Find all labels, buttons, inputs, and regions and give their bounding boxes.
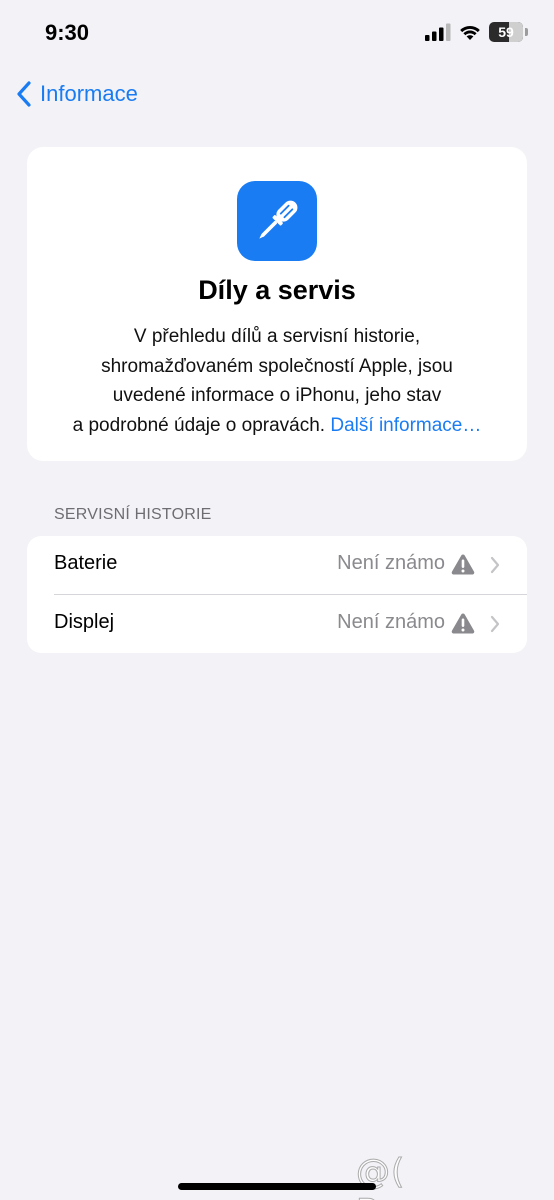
home-indicator[interactable] bbox=[178, 1183, 376, 1190]
battery-cap bbox=[525, 28, 528, 36]
chevron-right-icon bbox=[490, 556, 500, 574]
row-label: Displej bbox=[54, 611, 115, 633]
screwdriver-icon bbox=[237, 181, 317, 261]
status-time: 9:30 bbox=[45, 20, 90, 45]
description-line: uvedené informace o iPhonu, jeho stav bbox=[112, 385, 442, 406]
row-label: Baterie bbox=[54, 552, 118, 574]
screen: 9:30 59 Informace Díly a servis V přehle… bbox=[0, 0, 554, 1200]
row-value: Není známo bbox=[337, 611, 445, 633]
list-row-display[interactable]: Displej Není známo bbox=[27, 595, 527, 653]
back-button[interactable]: Informace bbox=[16, 78, 138, 110]
more-info-link[interactable]: Další informace… bbox=[330, 415, 481, 436]
warning-icon bbox=[451, 613, 475, 634]
watermark: @( Bazos.cz bbox=[356, 1152, 512, 1200]
description-text: a podrobné údaje o opravách. bbox=[72, 414, 326, 436]
card-title: Díly a servis bbox=[198, 275, 356, 305]
screwdriver-glyph bbox=[259, 200, 298, 239]
description-line: V přehledu dílů a servisní historie, bbox=[133, 326, 421, 347]
list-row-battery[interactable]: Baterie Není známo bbox=[27, 536, 527, 595]
warning-icon bbox=[451, 554, 475, 575]
section-header-service-history: SERVISNÍ HISTORIE bbox=[54, 506, 212, 523]
signal-icon bbox=[425, 23, 451, 41]
card-description: V přehledu dílů a servisní historie, shr… bbox=[47, 322, 507, 440]
battery-level: 59 bbox=[498, 24, 514, 40]
battery-icon: 59 bbox=[489, 22, 523, 42]
chevron-left-icon bbox=[17, 81, 31, 107]
wifi-icon bbox=[460, 25, 480, 40]
service-history-list: Baterie Není známo Displej Není známo bbox=[27, 536, 527, 653]
chevron-right-icon bbox=[490, 615, 500, 633]
status-bar: 9:30 59 bbox=[0, 0, 554, 68]
status-icons: 59 bbox=[425, 22, 528, 42]
back-button-label: Informace bbox=[40, 81, 138, 106]
description-line: shromažďovaném společností Apple, jsou bbox=[101, 355, 453, 377]
row-value: Není známo bbox=[337, 552, 445, 574]
parts-service-info-card: Díly a servis V přehledu dílů a servisní… bbox=[27, 147, 527, 461]
description-line-last: a podrobné údaje o opravách. Další infor… bbox=[47, 411, 507, 441]
